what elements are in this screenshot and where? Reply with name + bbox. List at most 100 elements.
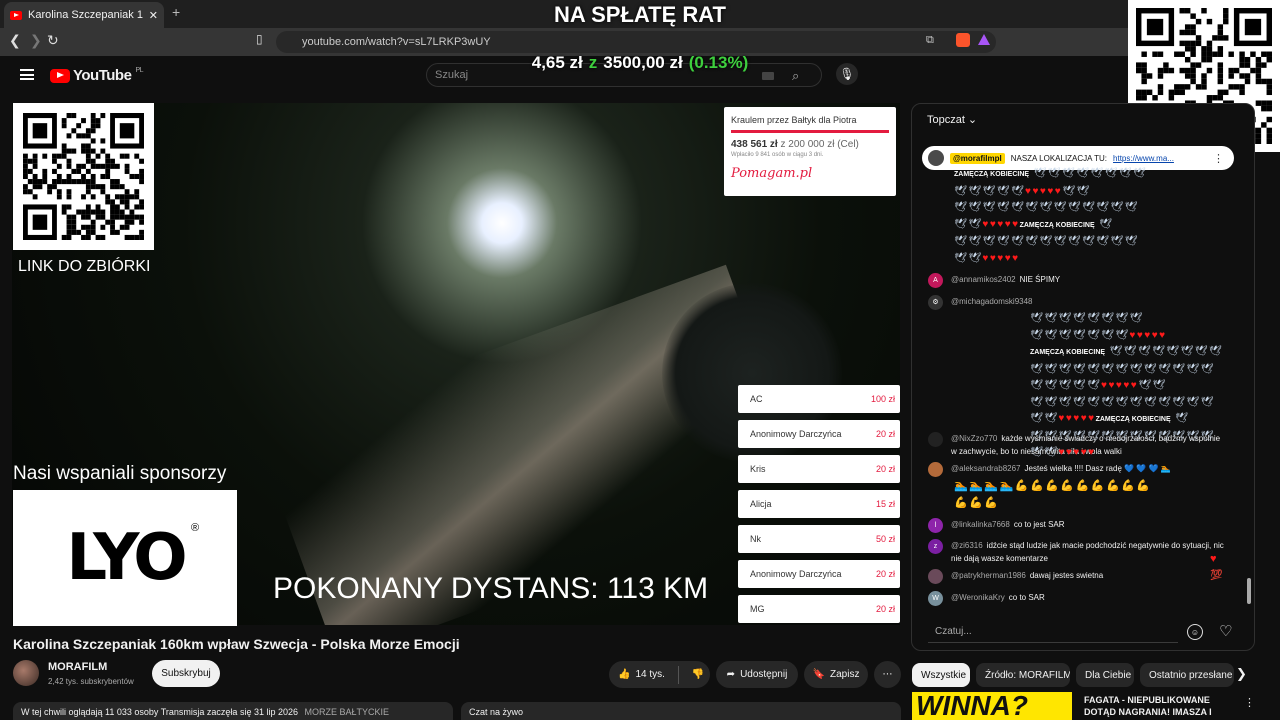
heart-icon[interactable]: ♡ bbox=[1219, 622, 1232, 640]
filter-chip[interactable]: Dla Ciebie bbox=[1076, 663, 1134, 687]
chat-username: @linkalinka7668 bbox=[951, 520, 1010, 529]
location-tag[interactable]: MORZE BAŁTYCKIE bbox=[305, 707, 390, 717]
chat-message[interactable]: l @linkalinka7668 co to jest SAR bbox=[928, 518, 1228, 533]
chat-username: @aleksandrab8267 bbox=[951, 464, 1021, 473]
subscribe-button[interactable]: Subskrybuj bbox=[152, 660, 220, 687]
chat-username: @zi6316 bbox=[951, 541, 983, 550]
more-vert-icon[interactable]: ⋮ bbox=[1244, 696, 1255, 709]
share-button[interactable]: ➦ Udostępnij bbox=[716, 661, 798, 688]
save-icon: 🔖 bbox=[812, 669, 825, 680]
close-tab-icon[interactable]: ✕ bbox=[149, 9, 158, 22]
emoji-icon[interactable]: ☺ bbox=[1187, 624, 1203, 640]
reload-icon[interactable]: ↻ bbox=[47, 32, 59, 49]
chat-mode-dropdown[interactable]: Topczat ⌄ bbox=[927, 113, 978, 127]
qr-link-label: LINK DO ZBIÓRKI bbox=[18, 258, 151, 275]
more-vert-icon[interactable]: ⋮ bbox=[1213, 152, 1224, 165]
chat-message[interactable]: @aleksandrab8267 Jesteś wielka !!!! Dasz … bbox=[928, 462, 1228, 477]
filter-chip[interactable]: Ostatnio przesłane bbox=[1140, 663, 1234, 687]
chat-message[interactable]: ⚙ @michagadomski9348 bbox=[928, 295, 1228, 310]
more-actions-button[interactable]: ⋯ bbox=[874, 661, 901, 688]
new-tab-icon[interactable]: + bbox=[172, 4, 180, 20]
recommended-title-line-1: FAGATA - NIEPUBLIKOWANE bbox=[1084, 695, 1210, 705]
youtube-favicon-icon bbox=[10, 10, 22, 20]
chat-avatar: A bbox=[928, 273, 943, 288]
pinned-text: NASZA LOKALIZACJA TU: bbox=[1010, 153, 1108, 163]
chat-avatar: z bbox=[928, 539, 943, 554]
fundraiser-widget: Kraulem przez Bałtyk dla Piotra 438 561 … bbox=[724, 107, 896, 196]
chat-text: Jesteś wielka !!!! Dasz radę 💙 💙 💙 🏊 bbox=[1024, 464, 1171, 473]
filter-chip[interactable]: Źródło: MORAFILM bbox=[976, 663, 1070, 687]
recommended-title[interactable]: FAGATA - NIEPUBLIKOWANE DOTĄD NAGRANIA! … bbox=[1084, 694, 1212, 718]
region-code: PL bbox=[135, 67, 143, 74]
live-chat-bar[interactable]: Czat na żywo bbox=[461, 702, 901, 720]
fundraiser-amount: 438 561 zł bbox=[731, 139, 778, 150]
fundraiser-brand: Pomagam.pl bbox=[731, 166, 813, 181]
heart-reaction-icon: ♥ bbox=[1210, 553, 1217, 565]
brave-shield-icon[interactable] bbox=[956, 33, 970, 47]
sponsor-logo-text: LYO bbox=[66, 521, 187, 595]
like-count[interactable]: 14 tys. bbox=[635, 669, 664, 680]
money-current: 4,65 zł bbox=[531, 53, 583, 72]
video-title: Karolina Szczepaniak 160km wpław Szwecja… bbox=[13, 636, 460, 652]
divider bbox=[677, 665, 679, 684]
brave-rewards-icon[interactable] bbox=[978, 34, 990, 45]
browser-tab[interactable]: Karolina Szczepaniak 160km ✕ bbox=[4, 2, 164, 28]
kob-text: ZAMĘCZĄ KOBIECINĘ bbox=[1019, 221, 1095, 229]
youtube-logo[interactable]: YouTube PL bbox=[50, 67, 143, 84]
tab-title: Karolina Szczepaniak 160km bbox=[28, 9, 143, 21]
channel-avatar[interactable] bbox=[13, 660, 39, 686]
donation-amount: 20 zł bbox=[875, 569, 895, 579]
kob-text: ZAMĘCZĄ KOBIECINĘ bbox=[954, 171, 1030, 178]
donor-name: Anonimowy Darczyńca bbox=[750, 569, 842, 579]
emoji-message-2: 🕊🕊🕊🕊🕊🕊🕊🕊 🕊🕊🕊🕊🕊🕊🕊♥♥♥♥♥ ZAMĘCZĄ KOBIECINĘ 🕊🕊… bbox=[1030, 313, 1223, 458]
emoji-message-1: ZAMĘCZĄ KOBIECINĘ 🕊🕊🕊🕊🕊🕊🕊🕊 🕊🕊🕊🕊🕊♥♥♥♥♥🕊🕊 🕊🕊… bbox=[954, 168, 1147, 264]
donation-item: AC 100 zł bbox=[738, 385, 900, 413]
chevron-down-icon: ⌄ bbox=[967, 114, 978, 126]
chat-avatar bbox=[928, 569, 943, 584]
chat-username: @michagadomski9348 bbox=[951, 297, 1033, 306]
forward-icon[interactable]: ❯ bbox=[30, 32, 42, 49]
chat-message[interactable]: A @annamikos2402 NIE ŚPIMY bbox=[928, 273, 1228, 288]
chat-message[interactable]: W @WeronikaKry co to SAR bbox=[928, 591, 1228, 606]
chat-scrollbar[interactable] bbox=[1247, 578, 1251, 604]
share-label: Udostępnij bbox=[740, 669, 788, 680]
dislike-icon[interactable]: 👎 bbox=[692, 669, 704, 680]
save-label: Zapisz bbox=[830, 669, 860, 680]
subscriber-count: 2,42 tys. subskrybentów bbox=[48, 677, 134, 686]
save-button[interactable]: 🔖 Zapisz bbox=[804, 661, 868, 688]
money-percent: (0.13%) bbox=[688, 53, 749, 72]
chat-input[interactable]: Czatuj... bbox=[928, 621, 1178, 643]
channel-name[interactable]: MORAFILM bbox=[48, 661, 107, 673]
fundraiser-title: Kraulem przez Bałtyk dla Piotra bbox=[731, 115, 857, 125]
chat-avatar: ⚙ bbox=[928, 295, 943, 310]
menu-icon[interactable] bbox=[20, 69, 34, 80]
pinned-link[interactable]: https://www.ma... bbox=[1113, 154, 1174, 163]
chat-message[interactable]: @patrykherman1986 dawaj jestes swietna bbox=[928, 569, 1228, 584]
bookmark-icon[interactable]: ▯ bbox=[256, 32, 263, 46]
chat-username: @WeronikaKry bbox=[951, 593, 1005, 602]
url-field[interactable]: youtube.com/watch?v=sL7LRKP3wUY bbox=[276, 31, 996, 53]
description-bar[interactable]: W tej chwili oglądają 11 033 osoby Trans… bbox=[13, 702, 453, 720]
money-goal: 3500,00 zł bbox=[603, 53, 683, 72]
logo-text: YouTube bbox=[73, 67, 132, 84]
filter-chip[interactable]: Wszystkie bbox=[912, 663, 970, 687]
chat-message[interactable]: z @zi6316 idźcie stąd ludzie jak macie pod… bbox=[928, 539, 1228, 565]
distance-counter: POKONANY DYSTANS: 113 KM bbox=[273, 572, 709, 605]
donation-amount: 50 zł bbox=[875, 534, 895, 544]
fundraiser-donors: Wpłaciło 9 841 osób w ciągu 3 dni. bbox=[731, 152, 824, 158]
chat-avatar bbox=[928, 432, 943, 447]
chat-text: idźcie stąd ludzie jak macie podchodzić … bbox=[951, 541, 1224, 563]
open-external-icon[interactable]: ⧉ bbox=[926, 34, 934, 47]
recommended-thumbnail[interactable]: WINNA? bbox=[912, 692, 1072, 720]
back-icon[interactable]: ❮ bbox=[9, 32, 21, 49]
chevron-right-icon[interactable]: ❯ bbox=[1236, 666, 1247, 682]
like-dislike-group: 👍 14 tys. 👎 bbox=[609, 661, 710, 688]
microphone-icon[interactable]: 🎙 bbox=[836, 63, 858, 85]
donation-item: Kris 20 zł bbox=[738, 455, 900, 483]
like-icon[interactable]: 👍 bbox=[618, 669, 630, 680]
chat-input-placeholder: Czatuj... bbox=[935, 626, 972, 637]
kob-text: ZAMĘCZĄ KOBIECINĘ bbox=[1095, 416, 1171, 423]
chat-avatar: W bbox=[928, 591, 943, 606]
donor-name: Alicja bbox=[750, 499, 772, 509]
donation-item: MG 20 zł bbox=[738, 595, 900, 623]
